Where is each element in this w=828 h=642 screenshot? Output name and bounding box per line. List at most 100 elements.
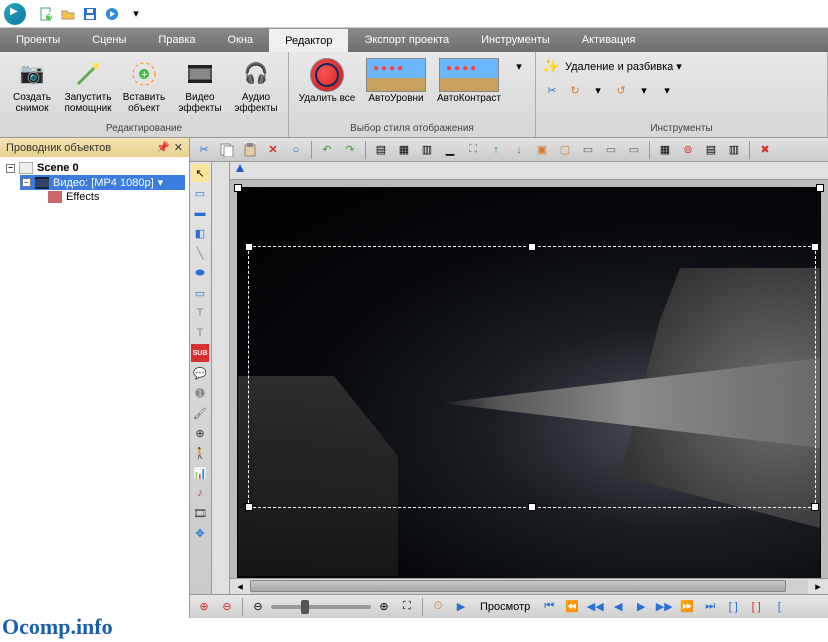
music-tool-icon[interactable]: ♪ <box>191 484 209 502</box>
close-panel-icon[interactable]: ✖ <box>755 140 775 160</box>
step-back-icon[interactable]: ◀ <box>608 597 628 617</box>
undo-icon[interactable]: ↶ <box>317 140 337 160</box>
snapshot-button[interactable]: 📷 Создать снимок <box>6 56 58 116</box>
person-tool-icon[interactable]: 🚶 <box>191 444 209 462</box>
next-frame-icon[interactable]: ▶▶ <box>654 597 674 617</box>
next-fast-icon[interactable]: ⏩ <box>677 597 697 617</box>
grid-icon[interactable]: ▦ <box>655 140 675 160</box>
menu-windows[interactable]: Окна <box>212 28 270 52</box>
menu-activation[interactable]: Активация <box>566 28 652 52</box>
auto-contrast-button[interactable]: АвтоКонтраст <box>433 56 505 106</box>
rotate-left-icon[interactable]: ↺ <box>611 81 631 99</box>
last-frame-icon[interactable]: ⏭ <box>700 597 720 617</box>
auto-levels-button[interactable]: АвтоУровни <box>363 56 429 106</box>
rotate-left-dropdown-icon[interactable]: ▾ <box>634 81 654 99</box>
delete-all-button[interactable]: Удалить все <box>295 56 359 106</box>
timer-icon[interactable]: ⏱ <box>428 597 448 617</box>
layout-icon[interactable]: ▥ <box>724 140 744 160</box>
insert-object-button[interactable]: + Вставить объект <box>118 56 170 116</box>
guides-icon[interactable]: ▤ <box>701 140 721 160</box>
prev-frame-icon[interactable]: ◀◀ <box>585 597 605 617</box>
redo-icon[interactable]: ↷ <box>340 140 360 160</box>
horizontal-scrollbar[interactable]: ◂ ▸ <box>230 578 828 594</box>
pin-icon[interactable]: 📌 <box>156 141 170 154</box>
counter-tool-icon[interactable]: ➊ <box>191 384 209 402</box>
menu-scenes[interactable]: Сцены <box>76 28 142 52</box>
image-tool-icon[interactable]: ▭ <box>191 284 209 302</box>
align-right-icon[interactable]: ▥ <box>417 140 437 160</box>
resize-handle-ne[interactable] <box>811 243 819 251</box>
close-icon[interactable]: ✕ <box>174 141 183 154</box>
zoom-slider-thumb[interactable] <box>301 600 309 614</box>
collapse-icon[interactable]: − <box>22 178 31 187</box>
rotate-right-dropdown-icon[interactable]: ▾ <box>588 81 608 99</box>
resize-handle-n[interactable] <box>528 243 536 251</box>
select-all-icon[interactable]: ○ <box>286 140 306 160</box>
frame-handle-nw[interactable] <box>234 184 242 192</box>
brush-tool-icon[interactable]: 🖌 <box>191 404 209 422</box>
scroll-right-icon[interactable]: ▸ <box>808 577 828 595</box>
layer-2-icon[interactable]: ▭ <box>601 140 621 160</box>
mark-out-icon[interactable]: [ ] <box>746 597 766 617</box>
more-tools-dropdown-icon[interactable]: ▾ <box>657 81 677 99</box>
arrow-up-icon[interactable]: ↑ <box>486 140 506 160</box>
layer-3-icon[interactable]: ▭ <box>624 140 644 160</box>
resize-handle-sw[interactable] <box>245 503 253 511</box>
send-back-icon[interactable]: ▢ <box>555 140 575 160</box>
layer-1-icon[interactable]: ▭ <box>578 140 598 160</box>
ellipse-tool-icon[interactable]: ⬬ <box>191 264 209 282</box>
audio-effects-button[interactable]: 🎧 Аудио эффекты <box>230 56 282 116</box>
tooltip-tool-icon[interactable]: 💬 <box>191 364 209 382</box>
delete-split-label[interactable]: Удаление и разбивка <box>565 61 673 73</box>
chart-tool-icon[interactable]: 📊 <box>191 464 209 482</box>
snap-icon[interactable]: ⊚ <box>678 140 698 160</box>
menu-tools[interactable]: Инструменты <box>465 28 566 52</box>
rect-tool-icon[interactable]: ▭ <box>191 184 209 202</box>
play-icon[interactable]: ▶ <box>451 597 471 617</box>
delete-icon[interactable]: ✕ <box>263 140 283 160</box>
scroll-left-icon[interactable]: ◂ <box>230 577 250 595</box>
save-icon[interactable] <box>82 6 98 22</box>
frame-handle-ne[interactable] <box>816 184 824 192</box>
sub-tool-icon[interactable]: SUB <box>191 344 209 362</box>
video-frame[interactable] <box>238 188 820 578</box>
target-tool-icon[interactable]: ⊕ <box>191 424 209 442</box>
zoom-minus-icon[interactable]: ⊖ <box>248 597 268 617</box>
copy-icon[interactable] <box>217 140 237 160</box>
align-bottom-icon[interactable]: ▁ <box>440 140 460 160</box>
move-tool-icon[interactable]: ✥ <box>191 524 209 542</box>
zoom-fit-icon[interactable]: ⛶ <box>397 597 417 617</box>
film-tool-icon[interactable]: 🎞 <box>191 504 209 522</box>
menu-edit[interactable]: Правка <box>142 28 211 52</box>
scrollbar-thumb[interactable] <box>250 580 786 592</box>
menu-export[interactable]: Экспорт проекта <box>348 28 465 52</box>
cut-icon[interactable]: ✂ <box>542 81 562 99</box>
chevron-down-icon[interactable]: ▾ <box>158 176 164 189</box>
zoom-in-icon[interactable]: ⊕ <box>194 597 214 617</box>
zoom-out-icon[interactable]: ⊖ <box>217 597 237 617</box>
tree-row-video[interactable]: − Видео: [MP4 1080p] ▾ <box>20 175 185 190</box>
play-icon[interactable] <box>104 6 120 22</box>
tree-row-scene[interactable]: − Scene 0 <box>4 161 185 175</box>
resize-handle-se[interactable] <box>811 503 819 511</box>
prev-fast-icon[interactable]: ⏪ <box>562 597 582 617</box>
new-file-icon[interactable]: + <box>38 6 54 22</box>
start-helper-button[interactable]: Запустить помощник <box>62 56 114 116</box>
tree-row-effects[interactable]: Effects <box>46 190 185 204</box>
first-frame-icon[interactable]: ⏮ <box>539 597 559 617</box>
text-tool-icon[interactable]: T <box>191 304 209 322</box>
menu-editor[interactable]: Редактор <box>269 28 348 52</box>
text3d-tool-icon[interactable]: T <box>191 324 209 342</box>
zoom-slider[interactable] <box>271 605 371 609</box>
resize-handle-s[interactable] <box>528 503 536 511</box>
cut-icon[interactable]: ✂ <box>194 140 214 160</box>
pen-tool-icon[interactable]: ╲ <box>191 244 209 262</box>
arrow-down-icon[interactable]: ↓ <box>509 140 529 160</box>
bracket-icon[interactable]: [ <box>769 597 789 617</box>
collapse-icon[interactable]: − <box>6 164 15 173</box>
bring-front-icon[interactable]: ▣ <box>532 140 552 160</box>
zoom-plus-icon[interactable]: ⊕ <box>374 597 394 617</box>
paste-icon[interactable] <box>240 140 260 160</box>
mark-in-icon[interactable]: [ ] <box>723 597 743 617</box>
align-left-icon[interactable]: ▤ <box>371 140 391 160</box>
